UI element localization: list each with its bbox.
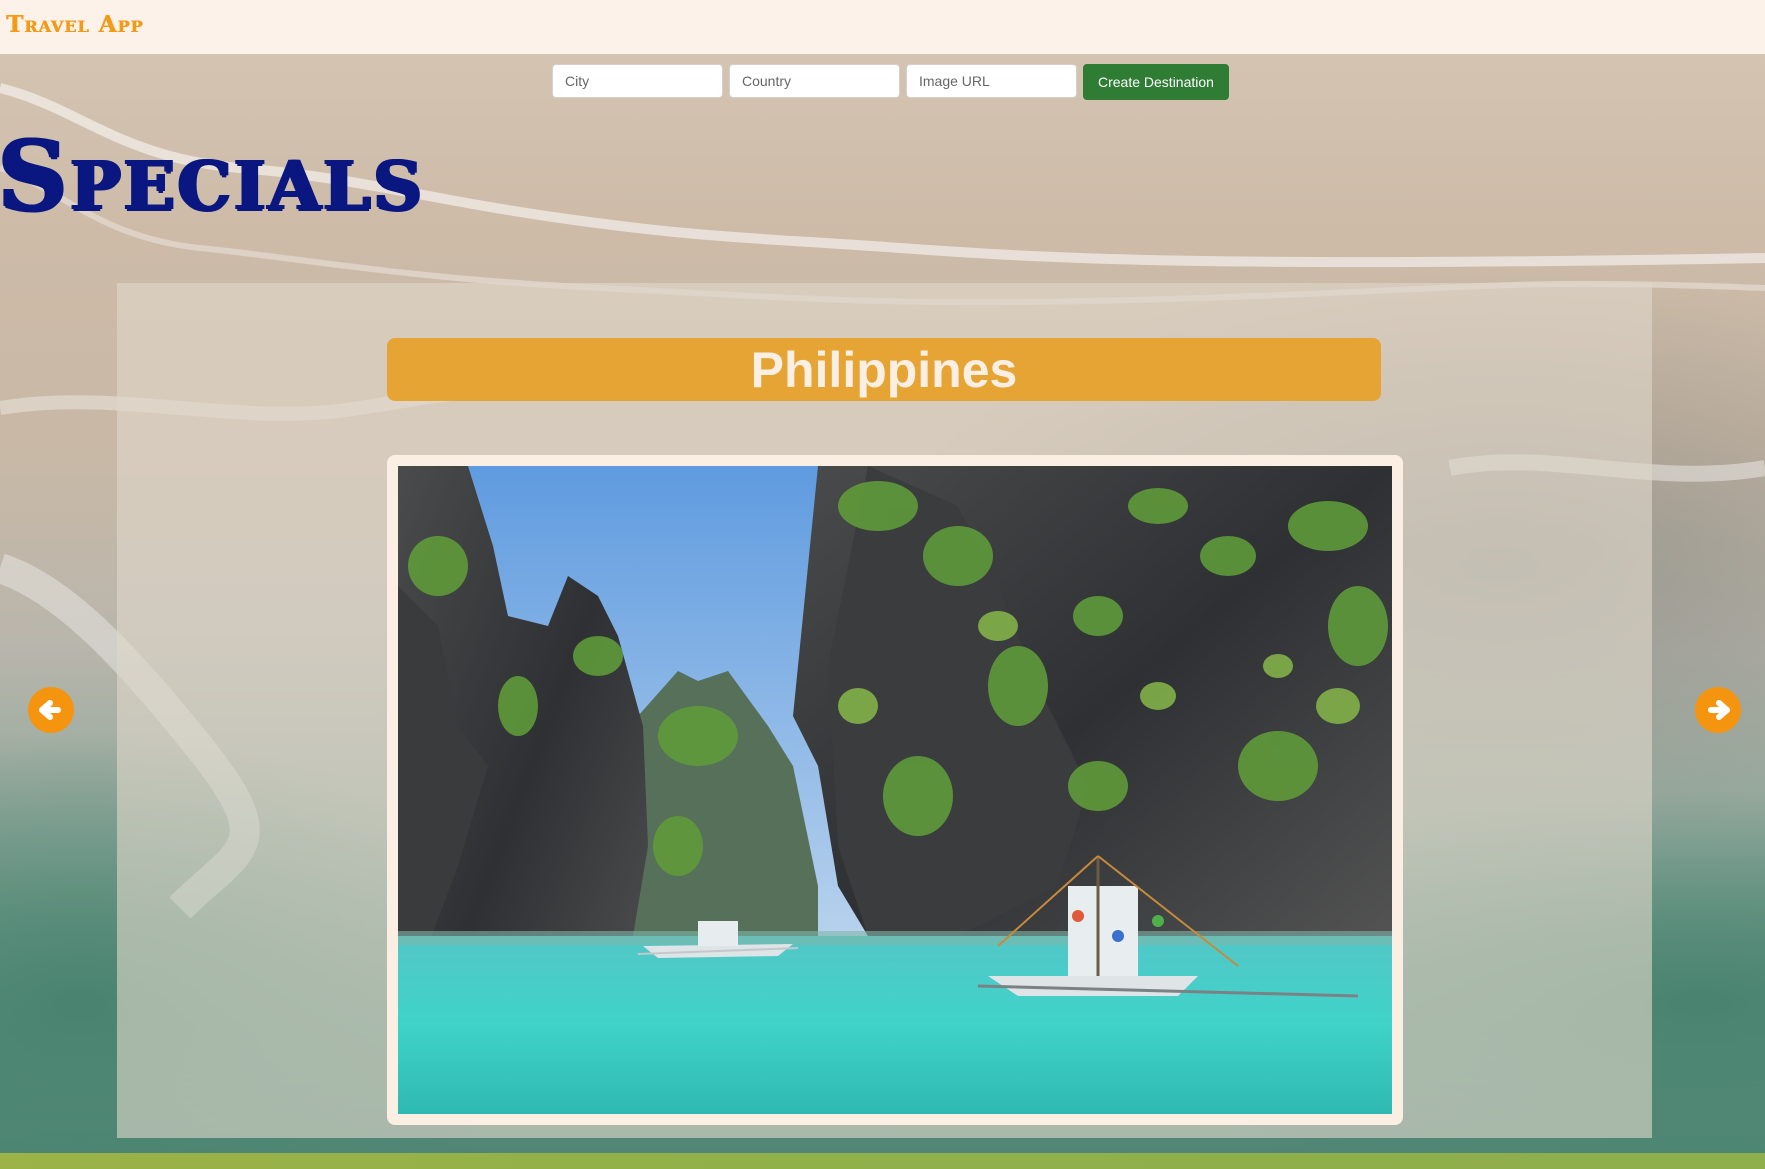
arrow-left-circle-icon (39, 700, 61, 720)
top-navbar: Travel App (0, 0, 1765, 54)
city-input[interactable] (552, 64, 723, 98)
destination-image-frame (387, 455, 1403, 1125)
specials-heading: Specials (0, 119, 425, 232)
destination-photo-illustration (398, 466, 1392, 1114)
country-input[interactable] (729, 64, 900, 98)
app-brand-logo[interactable]: Travel App (6, 11, 143, 38)
create-destination-button[interactable]: Create Destination (1083, 64, 1229, 100)
footer-strip (0, 1153, 1765, 1169)
create-destination-form: Create Destination (552, 64, 1229, 100)
destination-image (398, 466, 1392, 1114)
carousel-next-button[interactable] (1695, 687, 1741, 733)
carousel-prev-button[interactable] (28, 687, 74, 733)
destination-title-banner: Philippines (387, 338, 1381, 401)
image-url-input[interactable] (906, 64, 1077, 98)
arrow-right-circle-icon (1708, 700, 1730, 720)
destination-name: Philippines (750, 341, 1018, 398)
